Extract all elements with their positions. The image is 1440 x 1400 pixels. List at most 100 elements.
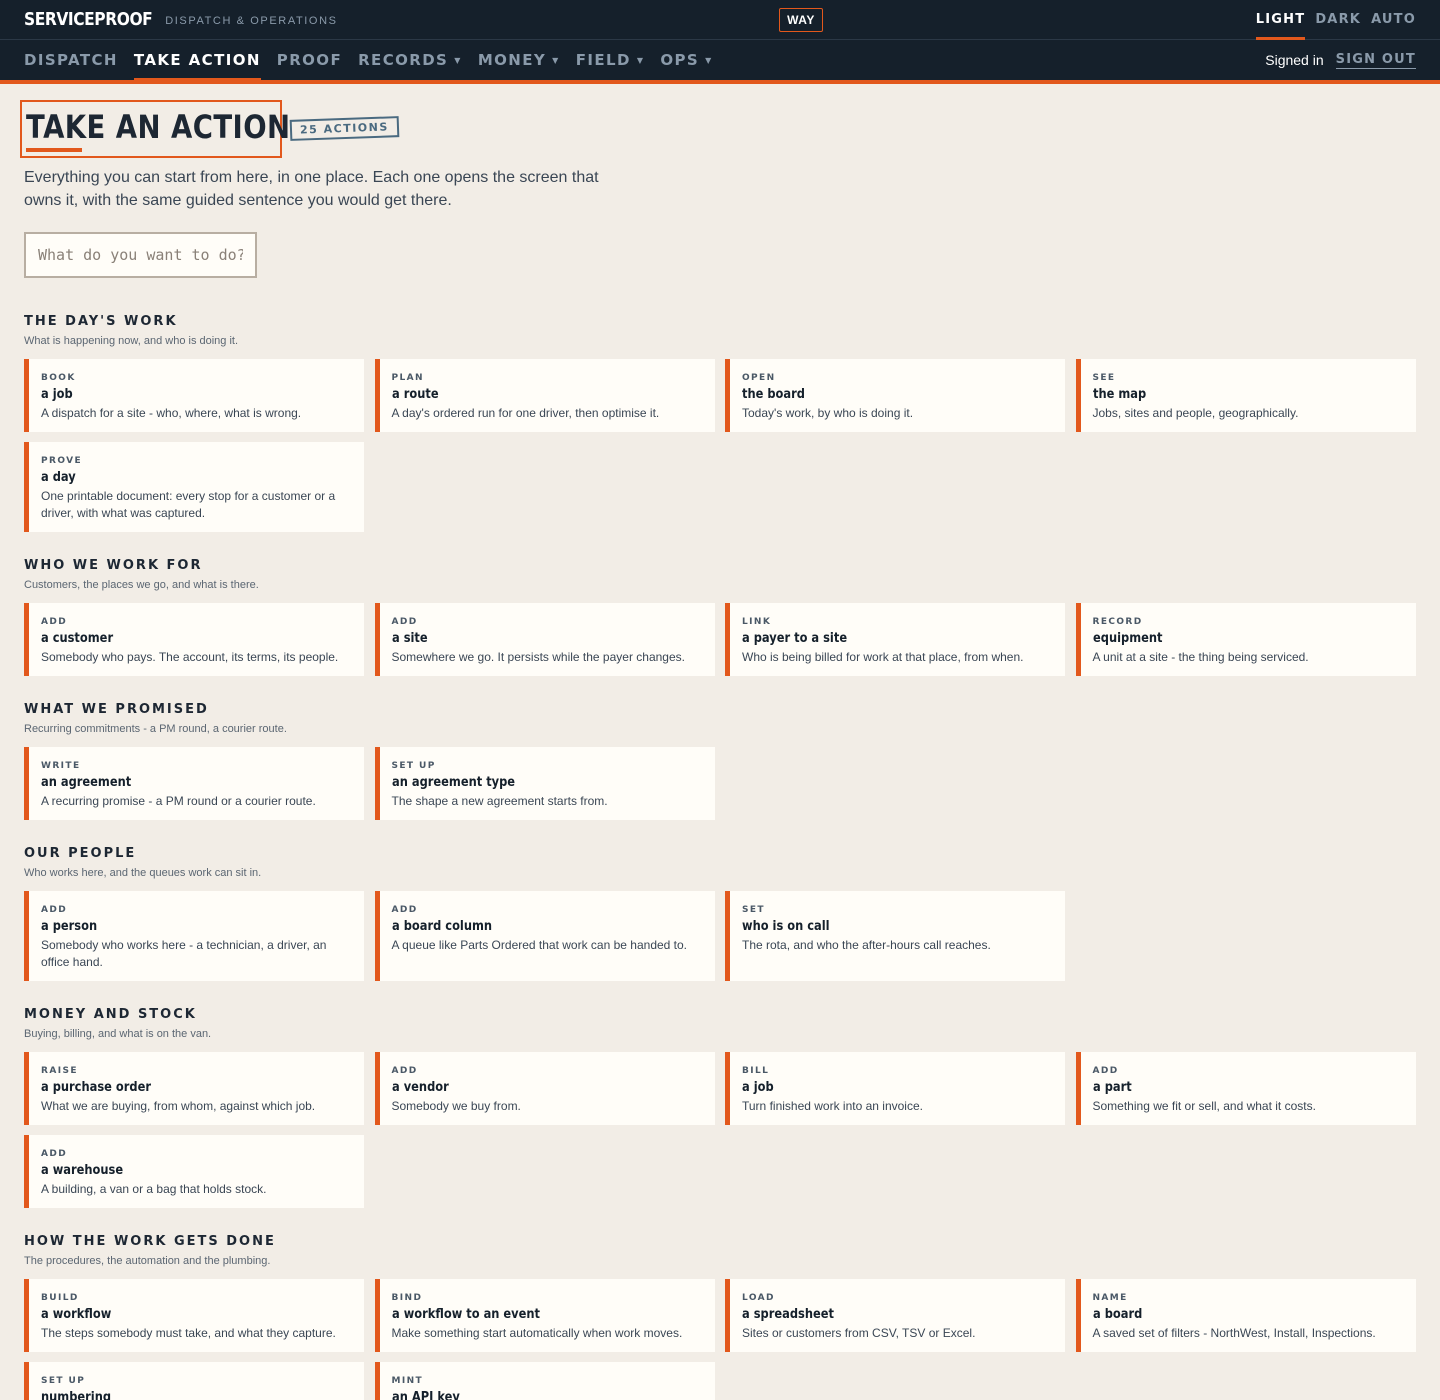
- action-verb: WRITE: [41, 761, 81, 771]
- section-title: THE DAY'S WORK: [24, 314, 178, 329]
- action-card[interactable]: OPEN the board Today's work, by who is doi…: [725, 359, 1065, 432]
- section-title: HOW THE WORK GETS DONE: [24, 1234, 276, 1249]
- action-object: a workflow: [41, 1307, 112, 1322]
- action-object: a board column: [391, 919, 492, 934]
- chevron-down-icon: ▼: [552, 55, 560, 65]
- action-description: Who is being billed for work at that pla…: [742, 650, 1024, 664]
- action-description: What we are buying, from whom, against w…: [41, 1099, 316, 1113]
- action-object: a workflow to an event: [391, 1307, 540, 1322]
- nav-item-dispatch[interactable]: DISPATCH: [24, 40, 118, 80]
- action-card[interactable]: NAME a board A saved set of filters - Nort…: [1075, 1279, 1416, 1352]
- brand-subtitle: DISPATCH & OPERATIONS: [165, 14, 338, 27]
- sign-out-link[interactable]: SIGN OUT: [1335, 52, 1416, 69]
- action-verb: BIND: [391, 1293, 423, 1303]
- nav-item-field[interactable]: FIELD ▼: [576, 40, 645, 80]
- action-description: The steps somebody must take, and what t…: [41, 1326, 336, 1340]
- way-badge[interactable]: WAY: [779, 8, 823, 32]
- action-verb: OPEN: [742, 373, 776, 383]
- action-card[interactable]: PLAN a route A day's ordered run for one d…: [374, 359, 715, 432]
- top-bar: SERVICEPROOF DISPATCH & OPERATIONS WAY L…: [0, 0, 1440, 40]
- action-section: MONEY AND STOCK Buying, billing, and what…: [24, 1007, 1416, 1208]
- nav-item-label: MONEY: [477, 51, 547, 69]
- action-verb: BILL: [742, 1066, 770, 1076]
- action-card[interactable]: ADD a warehouse A building, a van or a bag…: [24, 1135, 364, 1208]
- action-section: HOW THE WORK GETS DONE The procedures, th…: [24, 1234, 1416, 1400]
- action-object: the board: [742, 387, 805, 402]
- action-verb: ADD: [41, 617, 68, 627]
- action-object: a customer: [41, 631, 114, 646]
- action-card[interactable]: SET UP an agreement type The shape a new a…: [374, 747, 715, 820]
- action-card[interactable]: MINTan API keyA credential for an integr…: [374, 1362, 715, 1400]
- action-verb: PLAN: [391, 373, 424, 383]
- action-grid: BOOK a job A dispatch for a site - who, wh…: [24, 359, 1416, 532]
- theme-dark-button[interactable]: DARK: [1315, 0, 1361, 40]
- action-card[interactable]: PROVE a day One printable document: every …: [24, 442, 364, 532]
- action-card[interactable]: ADD a site Somewhere we go. It persists wh…: [374, 603, 715, 676]
- brand-logo[interactable]: SERVICEPROOF: [24, 9, 153, 30]
- action-object: a job: [41, 387, 73, 402]
- action-verb: ADD: [41, 905, 68, 915]
- action-card[interactable]: BIND a workflow to an event Make something…: [374, 1279, 715, 1352]
- action-card[interactable]: BOOK a job A dispatch for a site - who, wh…: [24, 359, 364, 432]
- section-description: Who works here, and the queues work can …: [24, 867, 262, 879]
- action-card[interactable]: LINK a payer to a site Who is being billed…: [725, 603, 1065, 676]
- title-underline: [26, 148, 82, 152]
- theme-switcher: LIGHT DARK AUTO: [1255, 0, 1416, 40]
- action-object: an agreement: [41, 775, 132, 790]
- action-description: A unit at a site - the thing being servi…: [1092, 650, 1309, 664]
- action-description: Today's work, by who is doing it.: [742, 406, 914, 420]
- theme-light-button[interactable]: LIGHT: [1255, 0, 1306, 40]
- action-verb: ADD: [1092, 1066, 1119, 1076]
- section-description: Customers, the places we go, and what is…: [24, 579, 259, 591]
- nav-item-money[interactable]: MONEY ▼: [478, 40, 560, 80]
- action-description: Jobs, sites and people, geographically.: [1092, 406, 1299, 420]
- action-card[interactable]: SEE the map Jobs, sites and people, geogra…: [1075, 359, 1416, 432]
- action-section: OUR PEOPLE Who works here, and the queues…: [24, 846, 1416, 981]
- nav-item-records[interactable]: RECORDS ▼: [358, 40, 462, 80]
- action-card[interactable]: LOAD a spreadsheet Sites or customers from…: [725, 1279, 1065, 1352]
- nav-item-proof[interactable]: PROOF: [277, 40, 342, 80]
- action-verb: BOOK: [41, 373, 76, 383]
- action-description: One printable document: every stop for a…: [41, 489, 336, 520]
- action-card[interactable]: SET UPnumberingWhat job, invoice and emp…: [24, 1362, 364, 1400]
- action-grid: RAISE a purchase order What we are buying,…: [24, 1052, 1416, 1208]
- main-content: TAKE AN ACTION 25 ACTIONS Everything you…: [0, 84, 1440, 1400]
- nav-item-label: FIELD: [575, 51, 631, 69]
- action-card[interactable]: RECORD equipment A unit at a site - the th…: [1075, 603, 1416, 676]
- action-card[interactable]: SET who is on call The rota, and who the a…: [725, 891, 1065, 981]
- action-card[interactable]: BILL a job Turn finished work into an invo…: [725, 1052, 1065, 1125]
- action-section: THE DAY'S WORK What is happening now, and…: [24, 314, 1416, 532]
- action-object: a spreadsheet: [742, 1307, 834, 1322]
- nav-item-ops[interactable]: OPS ▼: [660, 40, 712, 80]
- action-card[interactable]: BUILD a workflow The steps somebody must t…: [24, 1279, 364, 1352]
- section-description: Buying, billing, and what is on the van.: [24, 1028, 212, 1040]
- page-title-box: TAKE AN ACTION: [20, 100, 290, 158]
- title-row: TAKE AN ACTION 25 ACTIONS: [20, 100, 1416, 158]
- action-description: Somebody who works here - a technician, …: [41, 938, 327, 969]
- action-description: Somewhere we go. It persists while the p…: [391, 650, 685, 664]
- action-card[interactable]: RAISE a purchase order What we are buying,…: [24, 1052, 364, 1125]
- account-area: Signed in SIGN OUT: [1265, 40, 1416, 80]
- action-verb: RECORD: [1092, 617, 1143, 627]
- action-verb: ADD: [391, 905, 418, 915]
- section-title: MONEY AND STOCK: [24, 1007, 197, 1022]
- action-card[interactable]: ADD a board column A queue like Parts Orde…: [374, 891, 715, 981]
- nav-item-take-action[interactable]: TAKE ACTION: [133, 40, 261, 81]
- action-description: The rota, and who the after-hours call r…: [742, 938, 991, 952]
- theme-auto-button[interactable]: AUTO: [1371, 0, 1416, 40]
- action-card[interactable]: ADD a part Something we fit or sell, and w…: [1075, 1052, 1416, 1125]
- action-grid: WRITE an agreement A recurring promise - a…: [24, 747, 1416, 820]
- action-card[interactable]: ADD a customer Somebody who pays. The acco…: [24, 603, 364, 676]
- action-search-input[interactable]: [24, 232, 257, 278]
- signed-in-label: Signed in: [1265, 52, 1324, 68]
- action-count-badge: 25 ACTIONS: [289, 116, 400, 141]
- main-nav: DISPATCH TAKE ACTION PROOF RECORDS ▼ MONEY ▼ FI…: [0, 40, 1440, 84]
- action-card[interactable]: WRITE an agreement A recurring promise - a…: [24, 747, 364, 820]
- action-description: The shape a new agreement starts from.: [391, 794, 608, 808]
- chevron-down-icon: ▼: [454, 55, 462, 65]
- action-card[interactable]: ADD a vendor Somebody we buy from.: [374, 1052, 715, 1125]
- action-object: a site: [391, 631, 428, 646]
- action-card[interactable]: ADD a person Somebody who works here - a t…: [24, 891, 364, 981]
- action-object: a job: [742, 1080, 774, 1095]
- action-description: Something we fit or sell, and what it co…: [1092, 1099, 1316, 1113]
